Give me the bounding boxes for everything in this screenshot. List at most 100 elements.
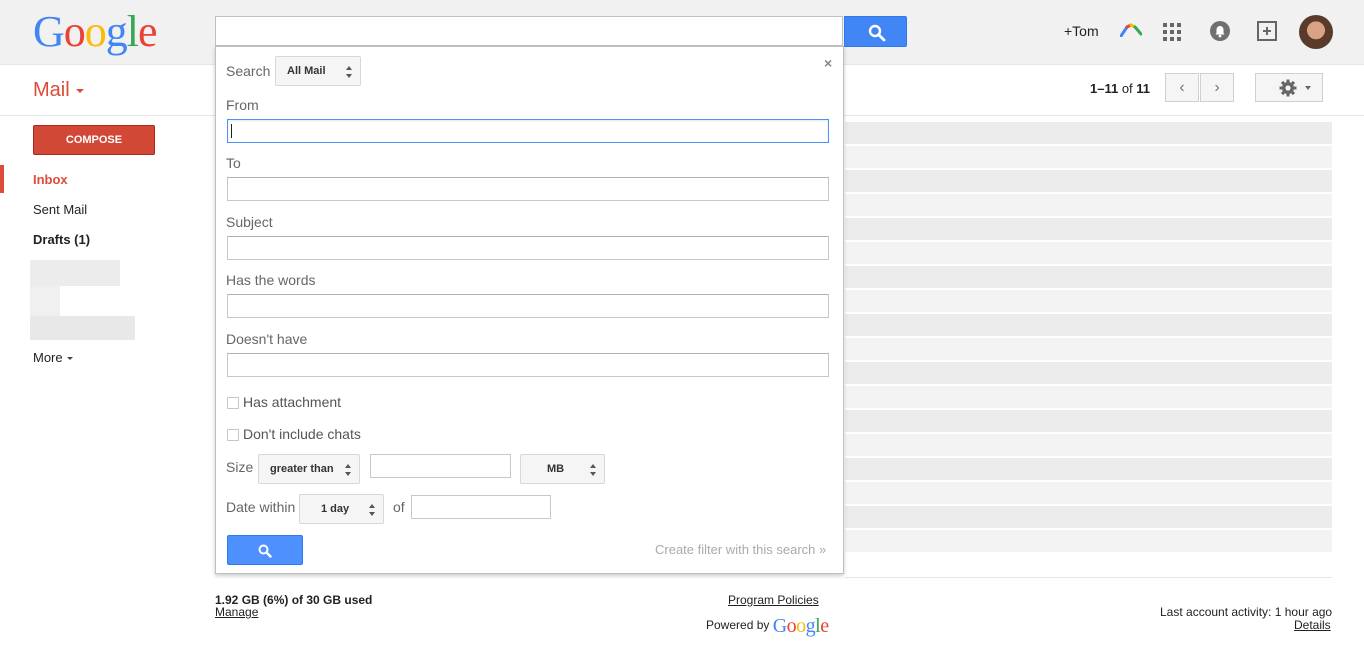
logo-letter: G xyxy=(33,7,65,56)
powered-by-google-logo: Google xyxy=(772,615,829,637)
has-attachment-label[interactable]: Has attachment xyxy=(243,394,341,410)
list-item[interactable] xyxy=(845,290,1332,312)
search-input[interactable] xyxy=(215,16,843,46)
plus-profile-link[interactable]: +Tom xyxy=(1064,23,1099,39)
list-item[interactable] xyxy=(845,266,1332,288)
pager-range: 1–11 xyxy=(1090,81,1119,96)
size-unit-value: MB xyxy=(547,463,565,475)
apps-grid-icon[interactable] xyxy=(1163,23,1181,41)
list-item[interactable] xyxy=(845,506,1332,528)
logo-letter: l xyxy=(126,7,139,56)
has-words-label: Has the words xyxy=(226,272,316,288)
list-item[interactable] xyxy=(845,386,1332,408)
list-item[interactable] xyxy=(845,314,1332,336)
from-field[interactable] xyxy=(227,119,829,143)
sidebar-item-sent-mail[interactable]: Sent Mail xyxy=(33,202,87,217)
dont-include-chats-label[interactable]: Don't include chats xyxy=(243,426,361,442)
advanced-search-panel: × Search All Mail From To Subject Has th… xyxy=(215,46,844,574)
search-scope-value: All Mail xyxy=(287,65,326,77)
search-icon xyxy=(258,544,272,558)
list-item[interactable] xyxy=(845,194,1332,216)
hangouts-icon[interactable] xyxy=(1119,23,1143,40)
doesnt-have-label: Doesn't have xyxy=(226,331,308,347)
sidebar-item-inbox[interactable]: Inbox xyxy=(33,172,68,187)
text-cursor xyxy=(231,124,232,138)
list-item[interactable] xyxy=(845,122,1332,144)
list-item[interactable] xyxy=(845,434,1332,456)
logo-letter: e xyxy=(138,7,158,56)
date-of-label: of xyxy=(393,499,405,515)
active-indicator xyxy=(0,165,4,193)
chevron-down-icon xyxy=(66,357,73,361)
chevron-down-icon xyxy=(75,88,84,93)
share-plus-icon[interactable] xyxy=(1257,21,1277,41)
settings-button[interactable] xyxy=(1255,73,1323,102)
search-button[interactable] xyxy=(844,16,907,47)
to-label: To xyxy=(226,155,241,171)
select-arrows-icon xyxy=(345,464,352,476)
size-operator-select[interactable]: greater than xyxy=(258,454,360,484)
search-scope-label: Search xyxy=(226,63,271,79)
list-item[interactable] xyxy=(845,530,1332,552)
powered-by-label: Powered by xyxy=(706,618,770,632)
app-switcher[interactable]: Mail xyxy=(33,79,84,102)
has-words-field[interactable] xyxy=(227,294,829,318)
subject-label: Subject xyxy=(226,214,273,230)
date-field[interactable] xyxy=(411,495,551,519)
pager-count: 1–11 of 11 xyxy=(1090,81,1150,96)
size-value-field[interactable] xyxy=(370,454,511,478)
has-attachment-checkbox[interactable] xyxy=(227,397,239,409)
pager-of: of xyxy=(1121,81,1133,96)
search-icon xyxy=(868,24,886,42)
logo-letter: o xyxy=(63,7,86,56)
powered-by: Powered by Google xyxy=(706,615,829,638)
list-item[interactable] xyxy=(845,146,1332,168)
sidebar-item-drafts[interactable]: Drafts (1) xyxy=(33,232,90,247)
list-item[interactable] xyxy=(845,338,1332,360)
details-link[interactable]: Details xyxy=(1294,618,1331,632)
dont-include-chats-checkbox[interactable] xyxy=(227,429,239,441)
chevron-left-icon: ‹ xyxy=(1179,79,1185,96)
more-link[interactable]: More xyxy=(33,350,73,365)
size-unit-select[interactable]: MB xyxy=(520,454,605,484)
list-item[interactable] xyxy=(845,458,1332,480)
to-field[interactable] xyxy=(227,177,829,201)
more-label: More xyxy=(33,350,63,365)
date-within-label: Date within xyxy=(226,499,296,515)
size-label: Size xyxy=(226,459,254,475)
list-item[interactable] xyxy=(845,218,1332,240)
select-arrows-icon xyxy=(590,464,597,476)
list-item[interactable] xyxy=(845,362,1332,384)
list-item[interactable] xyxy=(845,482,1332,504)
last-account-activity: Last account activity: 1 hour ago xyxy=(1160,605,1333,619)
create-filter-link[interactable]: Create filter with this search » xyxy=(655,542,826,557)
date-within-value: 1 day xyxy=(321,503,350,515)
chevron-right-icon: › xyxy=(1214,79,1220,96)
close-icon[interactable]: × xyxy=(824,55,832,71)
avatar[interactable] xyxy=(1299,15,1333,49)
logo-letter: g xyxy=(105,7,128,56)
message-list xyxy=(845,117,1332,575)
list-item[interactable] xyxy=(845,410,1332,432)
older-button[interactable]: › xyxy=(1200,73,1234,102)
doesnt-have-field[interactable] xyxy=(227,353,829,377)
notifications-bell-icon[interactable] xyxy=(1210,21,1230,41)
compose-button[interactable]: COMPOSE xyxy=(33,125,155,155)
newer-button[interactable]: ‹ xyxy=(1165,73,1199,102)
select-arrows-icon xyxy=(346,66,353,78)
logo-letter: o xyxy=(84,7,107,56)
list-item[interactable] xyxy=(845,170,1332,192)
list-item[interactable] xyxy=(845,242,1332,264)
search-scope-select[interactable]: All Mail xyxy=(275,56,361,86)
divider xyxy=(845,577,1332,578)
chevron-down-icon xyxy=(1305,86,1311,90)
program-policies-link[interactable]: Program Policies xyxy=(728,593,819,607)
manage-storage-link[interactable]: Manage xyxy=(215,605,258,619)
select-arrows-icon xyxy=(369,504,376,516)
app-switcher-label: Mail xyxy=(33,79,70,101)
date-within-select[interactable]: 1 day xyxy=(299,494,384,524)
advanced-search-button[interactable] xyxy=(227,535,303,565)
google-logo[interactable]: Google xyxy=(33,7,158,56)
pager-total: 11 xyxy=(1136,81,1151,96)
subject-field[interactable] xyxy=(227,236,829,260)
